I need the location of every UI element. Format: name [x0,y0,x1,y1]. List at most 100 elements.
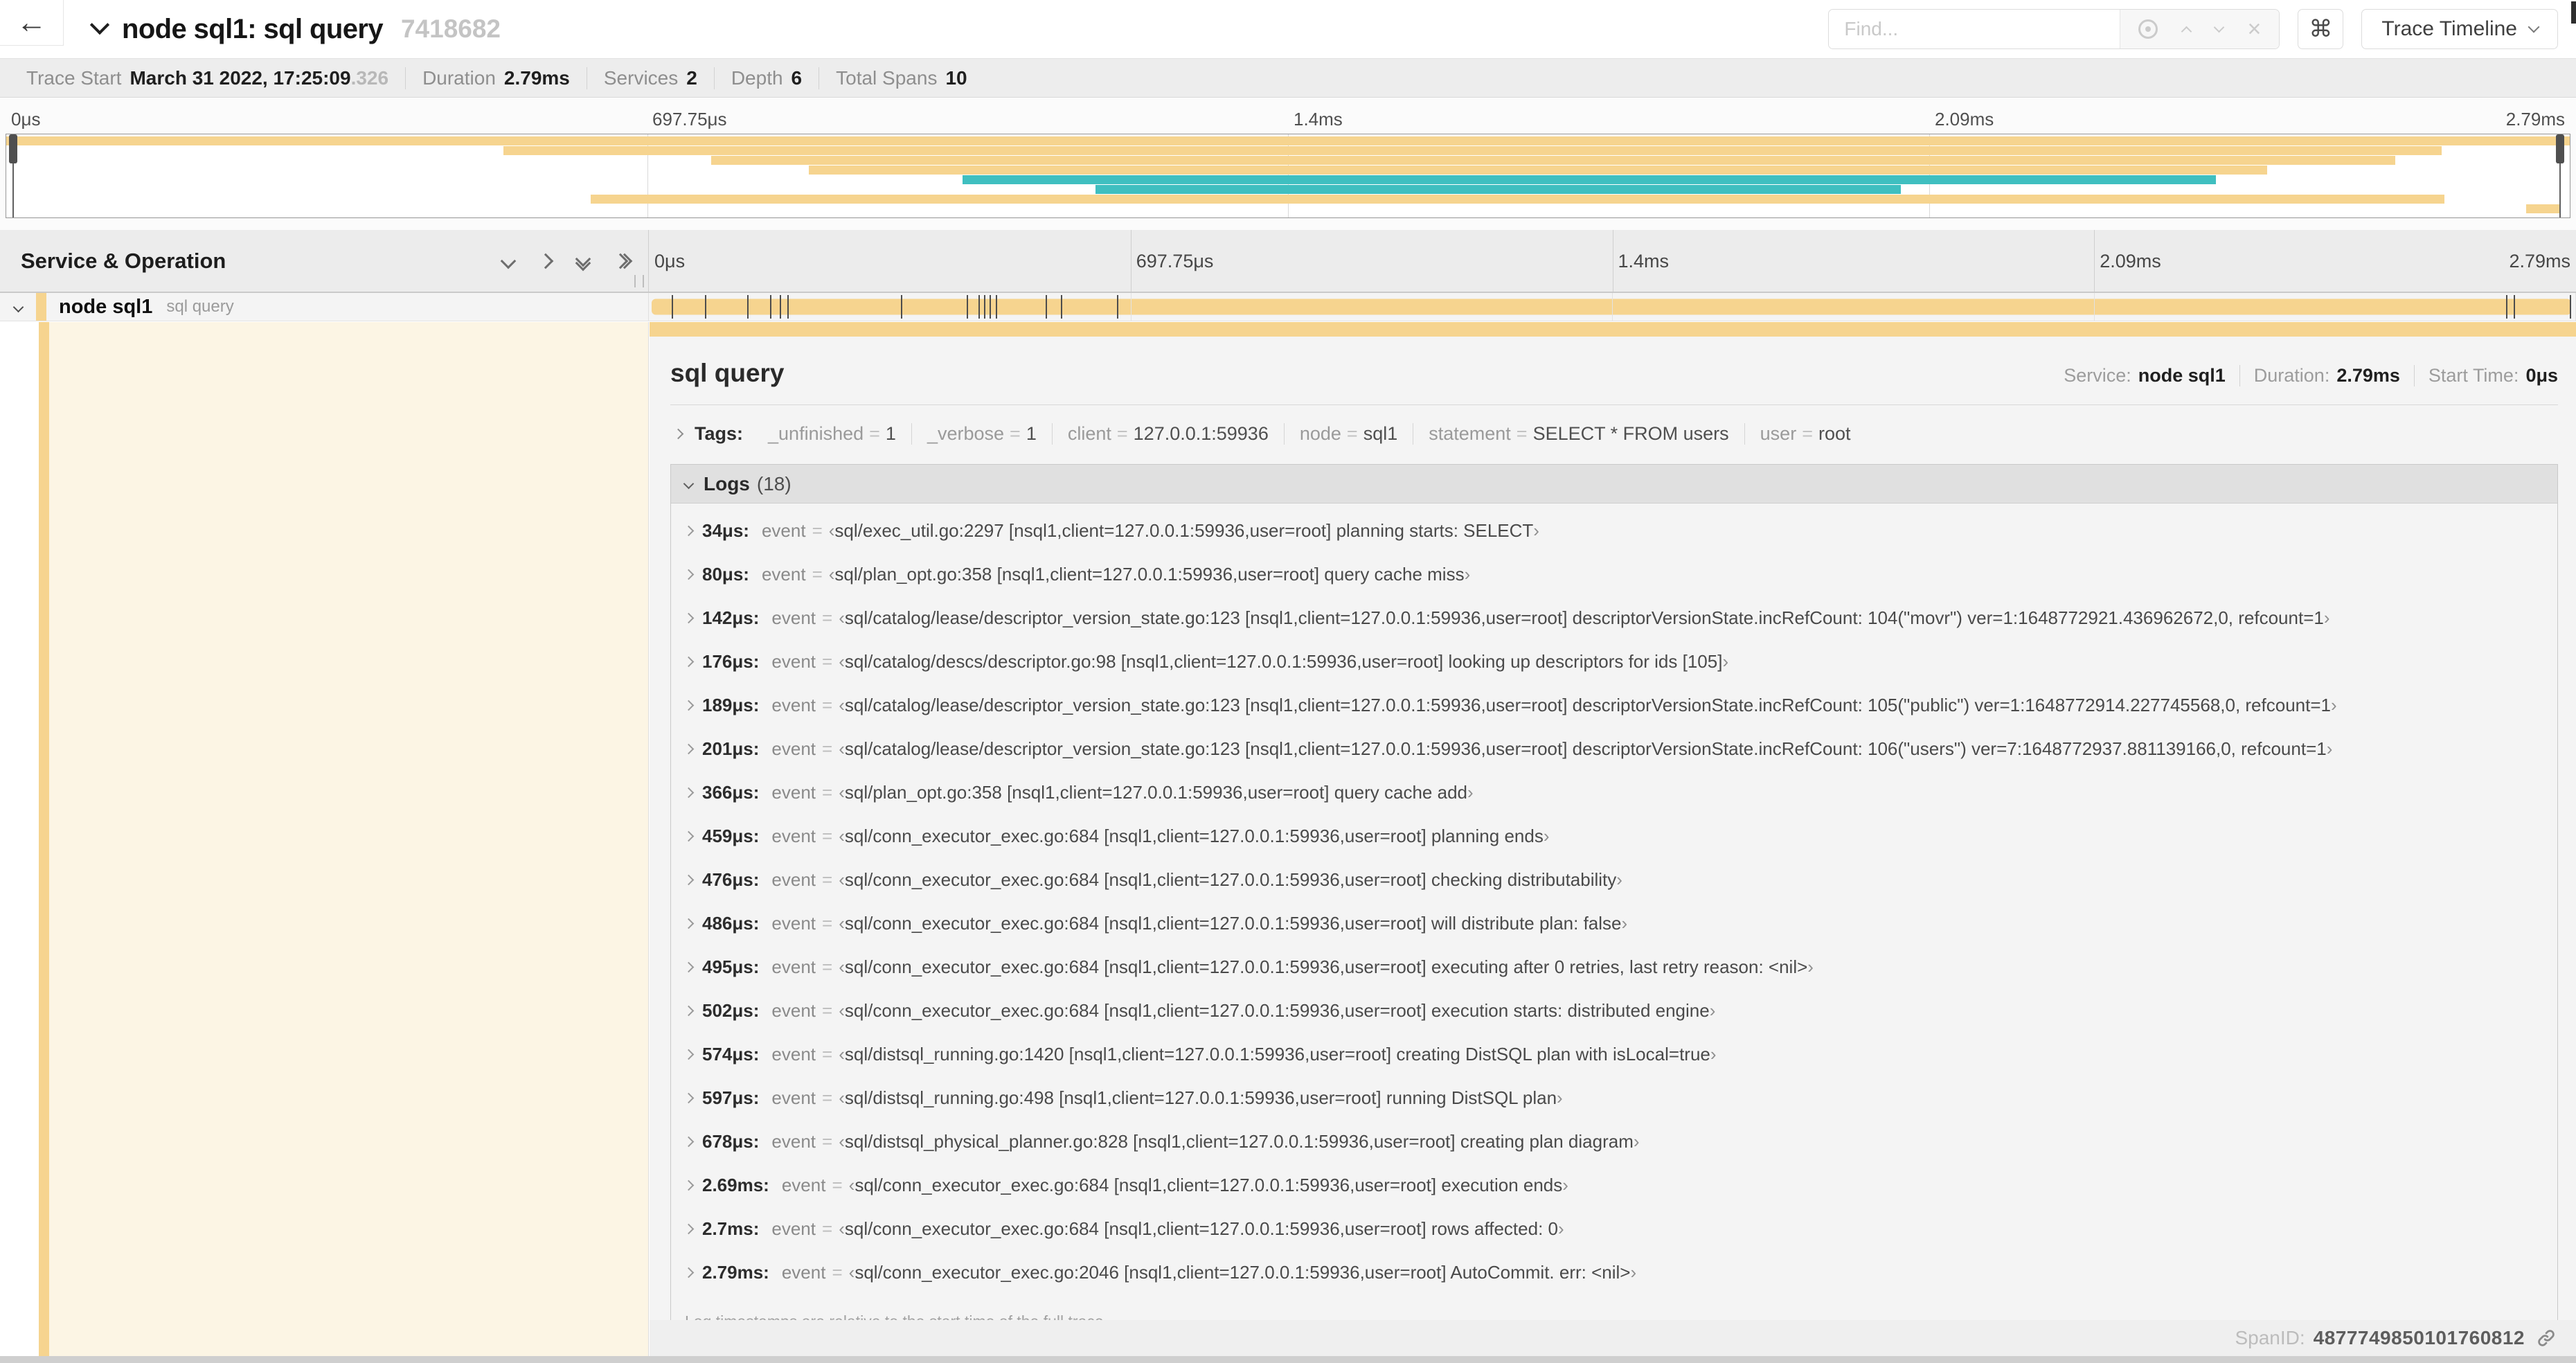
trace-view-selector[interactable]: Trace Timeline [2361,9,2558,49]
timeline-tick-label: 0μs [654,251,686,271]
log-timestamp: 495μs: [702,956,760,977]
expand-one-icon[interactable] [537,253,554,269]
log-row[interactable]: 502μs: event = ‹sql/conn_executor_exec.go:6… [671,989,2557,1033]
log-field-value: ‹sql/conn_executor_exec.go:684 [nsql1,cl… [839,869,1622,890]
trace-collapse-chevron-icon[interactable] [89,15,110,35]
log-field-value: ‹sql/conn_executor_exec.go:684 [nsql1,cl… [839,1218,1564,1239]
tag-item[interactable]: user = root [1745,423,1866,445]
log-field-value: ‹sql/conn_executor_exec.go:684 [nsql1,cl… [839,956,1814,977]
span-collapse-chevron-icon[interactable] [0,301,36,312]
find-prev-icon[interactable] [2181,26,2192,37]
log-row[interactable]: 142μs: event = ‹sql/catalog/lease/descripto… [671,596,2557,640]
spanid-value: 4877749850101760812 [2313,1327,2525,1348]
tags-row[interactable]: Tags: _unfinished = 1 _verbose = 1 client = 127.… [670,423,2558,445]
log-timestamp: 80μs: [702,564,749,585]
log-timestamp: 2.7ms: [702,1218,760,1239]
span-duration-bar[interactable] [652,299,2571,315]
tag-equals: = [1802,423,1813,444]
quote-close: › [1633,1131,1640,1152]
bottom-scroll-strip[interactable] [0,1356,2576,1363]
log-equals: = [822,869,833,890]
collapse-all-icon[interactable] [575,251,591,271]
minimap-canvas[interactable] [6,134,2570,218]
detail-footer: SpanID: 4877749850101760812 [650,1320,2576,1356]
chevron-right-icon [683,743,695,755]
quote-close: › [2326,738,2333,759]
tag-item[interactable]: node = sql1 [1285,423,1414,445]
span-log-marker [672,295,674,319]
timeline-tick-label: 697.75μs [1136,251,1214,271]
keyboard-shortcuts-button[interactable]: ⌘ [2298,9,2344,49]
span-row-gridline [2093,293,2095,321]
quote-open: ‹ [839,782,845,803]
log-row[interactable]: 176μs: event = ‹sql/catalog/descs/descripto… [671,640,2557,684]
log-row[interactable]: 678μs: event = ‹sql/distsql_physical_planne… [671,1120,2557,1164]
log-row[interactable]: 459μs: event = ‹sql/conn_executor_exec.go:6… [671,814,2557,858]
log-row[interactable]: 574μs: event = ‹sql/distsql_running.go:1420… [671,1033,2557,1076]
find-clear-icon[interactable]: × [2248,17,2262,41]
tag-item[interactable]: _verbose = 1 [912,423,1053,445]
timeline-header-icons [500,251,633,271]
trace-summary-bar: Trace Start March 31 2022, 17:25:09.326 Du… [0,58,2576,98]
minimap-scrubber[interactable] [9,134,18,217]
detail-expanded-accent-bar[interactable] [650,322,2576,337]
log-timestamp: 189μs: [702,695,760,715]
top-bar-actions: × ⌘ Trace Timeline [1828,9,2576,49]
chevron-right-icon [683,569,695,580]
log-equals: = [822,607,833,628]
chevron-right-icon [683,1179,695,1191]
find-input[interactable] [1829,10,2120,48]
spanid-label: SpanID: [2235,1327,2305,1348]
log-row[interactable]: 80μs: event = ‹sql/plan_opt.go:358 [nsql1,c… [671,553,2557,596]
log-row[interactable]: 34μs: event = ‹sql/exec_util.go:2297 [nsql1… [671,509,2557,553]
log-row[interactable]: 2.79ms: event = ‹sql/conn_executor_exec.go:… [671,1251,2557,1294]
column-resizer-grip[interactable] [634,275,644,287]
log-row[interactable]: 2.7ms: event = ‹sql/conn_executor_exec.go:6… [671,1207,2557,1251]
tag-key: user [1760,423,1797,444]
span-row-name-column[interactable]: node sql1 sql query [0,293,649,321]
back-button[interactable]: ← [0,0,64,46]
detail-row-highlight [49,322,648,1356]
tag-equals: = [1010,423,1021,444]
span-row-timeline[interactable] [649,293,2576,321]
scrollbar-thumb[interactable] [2571,1,2576,24]
tag-item[interactable]: statement = SELECT * FROM users [1413,423,1745,445]
log-row[interactable]: 366μs: event = ‹sql/plan_opt.go:358 [nsql1,… [671,771,2557,814]
span-log-marker [1117,295,1119,319]
chevron-right-icon [683,700,695,711]
tag-item[interactable]: _unfinished = 1 [753,423,912,445]
meta-value: node sql1 [2138,365,2226,386]
log-field-value: ‹sql/distsql_running.go:498 [nsql1,clien… [839,1087,1563,1108]
trace-minimap: 0μs 697.75μs 1.4ms 2.09ms 2.79ms [0,98,2576,230]
timeline-ruler: 0μs 697.75μs 1.4ms 2.09ms 2.79ms [649,230,2576,292]
quote-close: › [1464,564,1471,585]
log-row[interactable]: 486μs: event = ‹sql/conn_executor_exec.go:6… [671,902,2557,945]
span-log-marker [2505,295,2507,319]
log-field-key: event [771,1218,816,1239]
timeline-tick-label: 2.79ms [2509,251,2570,271]
log-row[interactable]: 597μs: event = ‹sql/distsql_running.go:498 … [671,1076,2557,1120]
log-timestamp: 476μs: [702,869,760,890]
back-arrow-icon: ← [16,5,47,39]
log-field-key: event [771,956,816,977]
log-row[interactable]: 476μs: event = ‹sql/conn_executor_exec.go:6… [671,858,2557,902]
log-timestamp: 678μs: [702,1131,760,1152]
log-row[interactable]: 2.69ms: event = ‹sql/conn_executor_exec.go:… [671,1164,2557,1207]
meta-value: 2.79ms [2336,365,2400,386]
find-next-icon[interactable] [2213,21,2224,33]
deep-link-icon[interactable] [2536,1328,2557,1348]
span-log-marker [1061,295,1063,319]
log-row[interactable]: 201μs: event = ‹sql/catalog/lease/descripto… [671,727,2557,771]
expand-all-icon[interactable] [612,253,633,269]
tag-item[interactable]: client = 127.0.0.1:59936 [1053,423,1285,445]
log-row[interactable]: 495μs: event = ‹sql/conn_executor_exec.go:6… [671,945,2557,989]
tag-value: 1 [1026,423,1037,444]
locate-icon[interactable] [2138,19,2158,39]
collapse-one-icon[interactable] [500,253,517,269]
log-row[interactable]: 189μs: event = ‹sql/catalog/lease/descripto… [671,684,2557,727]
quote-close: › [2331,695,2337,715]
logs-header[interactable]: Logs (18) [671,465,2557,504]
log-field-key: event [771,695,816,715]
log-field-key: event [781,1175,826,1195]
minimap-scrubber[interactable] [2556,134,2565,217]
